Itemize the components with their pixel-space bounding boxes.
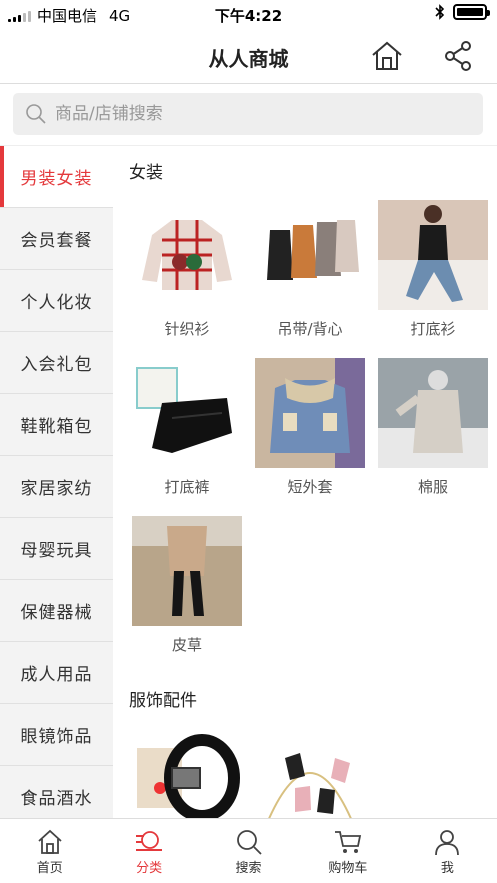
battery-icon (453, 4, 490, 20)
status-bar: 中国电信 4G 下午4:22 (0, 0, 497, 28)
sidebar-item-eyewear-accessories[interactable]: 眼镜饰品 (0, 704, 113, 766)
home-icon (372, 41, 402, 70)
category-sidebar: 男装女装 会员套餐 个人化妆 入会礼包 鞋靴箱包 家居家纺 母婴玩具 保健器械 … (0, 146, 113, 818)
share-icon (445, 41, 471, 71)
product-image (132, 516, 242, 626)
category-item[interactable]: 打底衫 (373, 200, 493, 358)
tab-label: 购物车 (328, 861, 368, 876)
category-item[interactable]: 棉服 (373, 358, 493, 516)
search-icon (236, 830, 262, 855)
bluetooth-icon (435, 4, 445, 20)
tab-label: 首页 (36, 861, 63, 876)
search-box[interactable] (13, 93, 483, 135)
category-item[interactable]: 短外套 (250, 358, 370, 516)
sidebar-item-health-devices[interactable]: 保健器械 (0, 580, 113, 642)
tab-label: 搜索 (235, 861, 262, 876)
category-label: 皮草 (171, 636, 202, 654)
category-label: 吊带/背心 (277, 320, 343, 338)
clock: 下午4:22 (214, 7, 283, 25)
product-image (378, 200, 488, 310)
tab-search[interactable]: 搜索 (199, 819, 298, 883)
product-image (132, 358, 242, 468)
category-grid: 针织衫 吊带/背心 打底衫 打底裤 短外套 棉服 皮草 (113, 200, 497, 674)
category-item[interactable]: 打底裤 (127, 358, 247, 516)
user-icon (435, 830, 460, 856)
category-item[interactable]: 针织衫 (127, 200, 247, 358)
category-item[interactable]: 腰带 (127, 728, 247, 818)
share-button[interactable] (440, 38, 476, 74)
tab-cart[interactable]: 购物车 (298, 819, 397, 883)
page-title: 从人商城 (208, 47, 289, 71)
category-icon (136, 831, 163, 851)
search-input[interactable] (55, 104, 455, 124)
tab-label: 我 (440, 861, 454, 876)
sidebar-item-menswear-womenswear[interactable]: 男装女装 (0, 146, 113, 208)
cart-icon (334, 831, 362, 853)
top-nav: 从人商城 (0, 28, 497, 84)
section-title: 服饰配件 (129, 691, 197, 711)
section-title: 女装 (129, 163, 163, 183)
product-image (132, 200, 242, 310)
product-image (255, 728, 365, 818)
sidebar-item-home-textiles[interactable]: 家居家纺 (0, 456, 113, 518)
category-content: 女装 针织衫 吊带/背心 打底衫 打底裤 短外套 棉服 皮草 服饰配件 (113, 146, 497, 818)
tab-label: 分类 (136, 861, 163, 876)
category-label: 短外套 (287, 478, 333, 496)
sidebar-item-shoes-bags[interactable]: 鞋靴箱包 (0, 394, 113, 456)
bottom-tab-bar: 首页 分类 搜索 购物车 我 (0, 818, 497, 883)
product-image (255, 200, 365, 310)
category-item[interactable]: 吊带/背心 (250, 200, 370, 358)
home-icon (38, 829, 62, 854)
search-bar (0, 84, 497, 146)
category-label: 棉服 (417, 478, 448, 496)
sidebar-item-food-drinks[interactable]: 食品酒水 (0, 766, 113, 818)
product-image (132, 728, 242, 818)
sidebar-item-welcome-gift[interactable]: 入会礼包 (0, 332, 113, 394)
sidebar-item-baby-toys[interactable]: 母婴玩具 (0, 518, 113, 580)
search-icon (26, 104, 46, 124)
category-grid: 腰带 手套 (113, 728, 497, 818)
category-item[interactable]: 皮草 (127, 516, 247, 674)
home-button[interactable] (369, 38, 405, 74)
sidebar-item-cosmetics[interactable]: 个人化妆 (0, 270, 113, 332)
category-label: 针织衫 (164, 320, 210, 338)
category-label: 打底裤 (164, 478, 210, 496)
product-image (255, 358, 365, 468)
tab-me[interactable]: 我 (398, 819, 497, 883)
sidebar-item-membership-packages[interactable]: 会员套餐 (0, 208, 113, 270)
tab-home[interactable]: 首页 (0, 819, 99, 883)
product-image (378, 358, 488, 468)
sidebar-item-adult-products[interactable]: 成人用品 (0, 642, 113, 704)
tab-category[interactable]: 分类 (99, 819, 198, 883)
category-item[interactable]: 手套 (250, 728, 370, 818)
category-label: 打底衫 (410, 320, 456, 338)
